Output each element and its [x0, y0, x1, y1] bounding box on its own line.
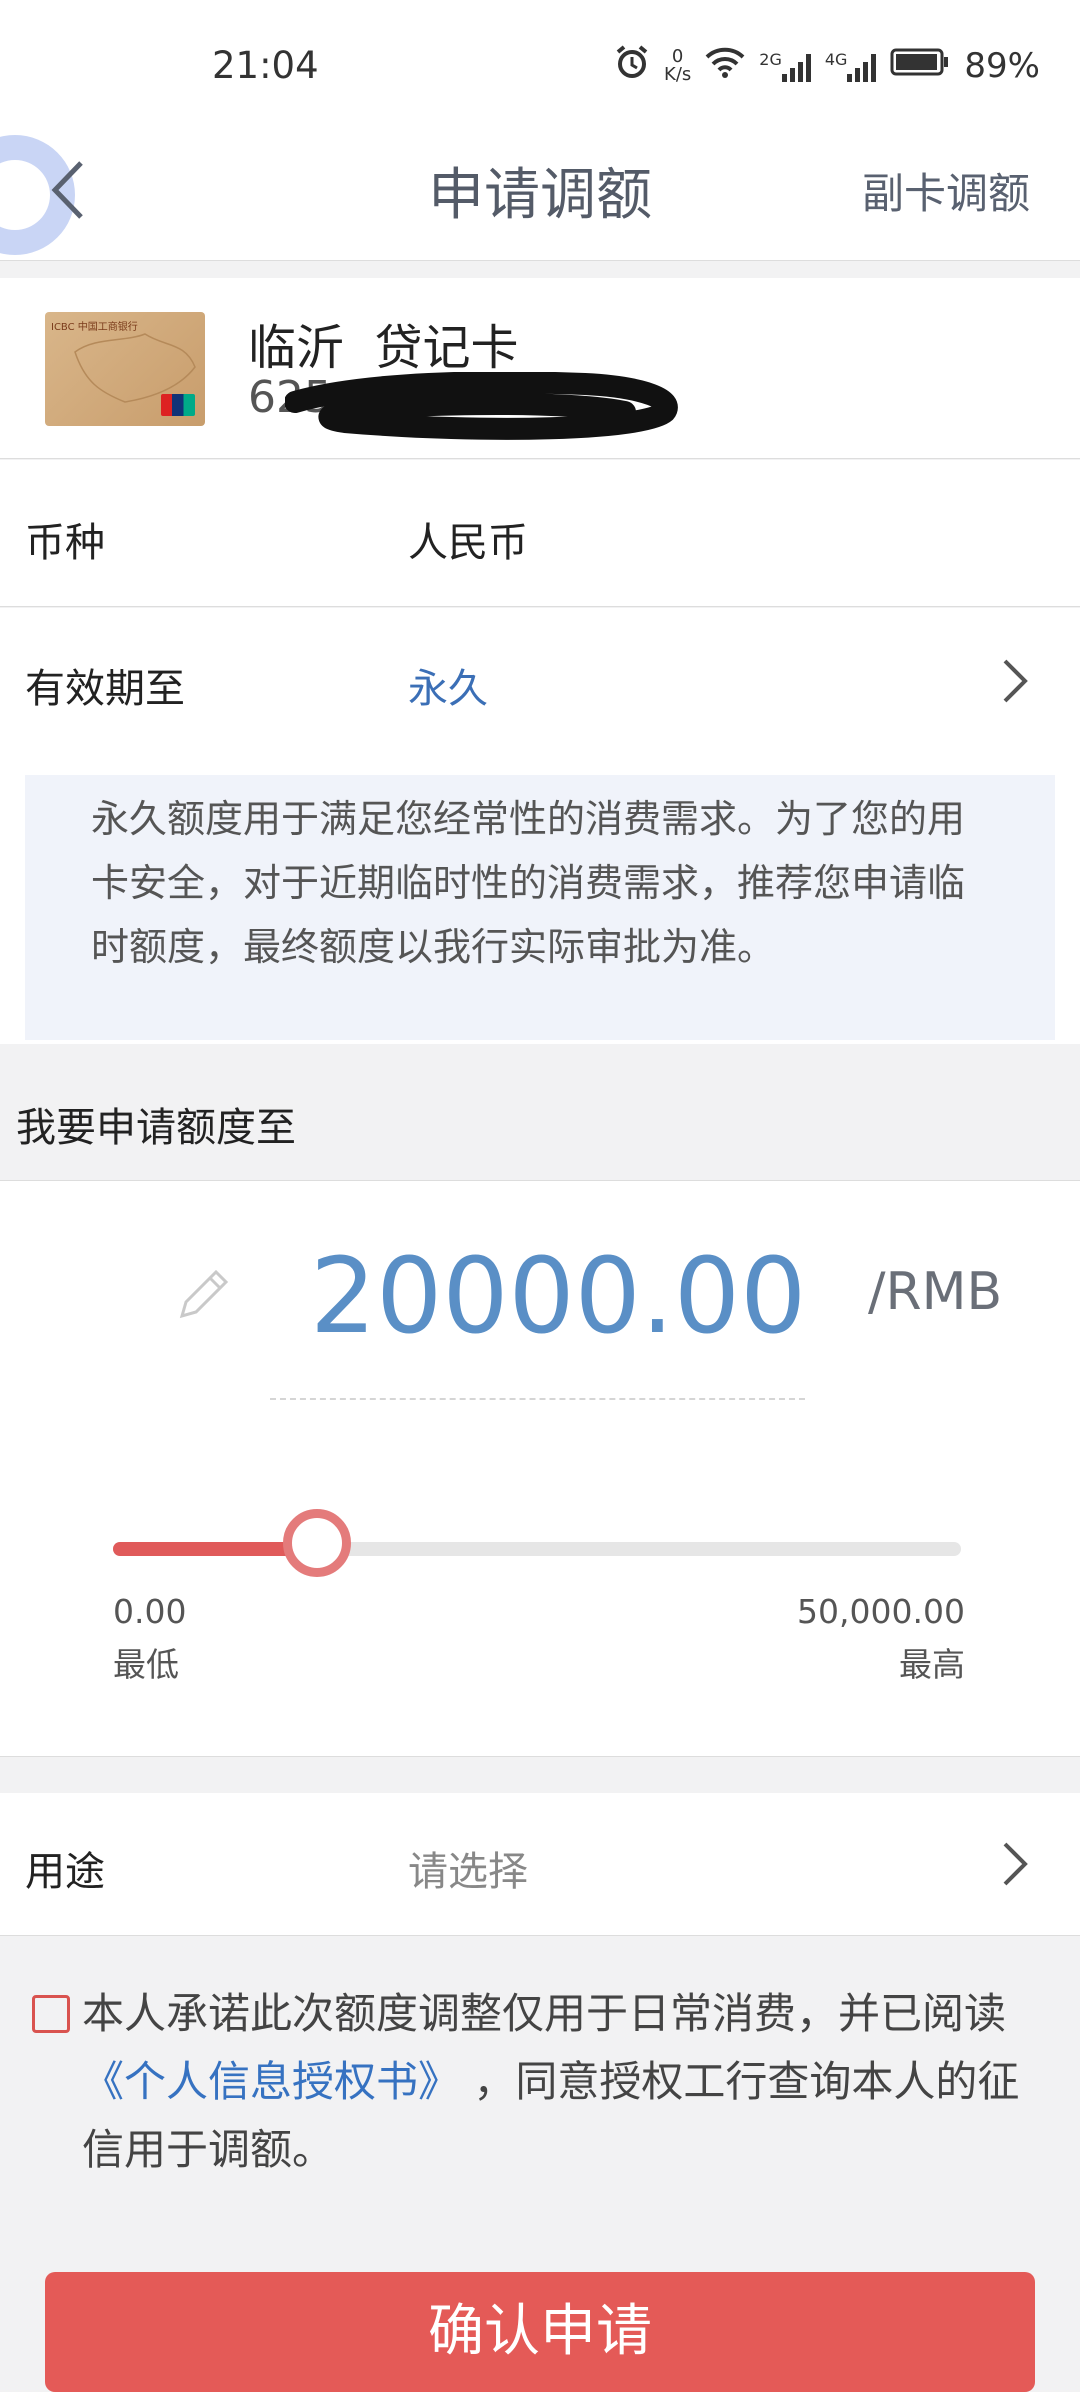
- agreement-checkbox[interactable]: [32, 1995, 70, 2033]
- currency-row: 币种 人民币: [0, 460, 1080, 607]
- amount-value[interactable]: 20000.00: [310, 1235, 806, 1357]
- signal-icon-1: 2G: [759, 50, 811, 82]
- validity-row[interactable]: 有效期至 永久: [0, 608, 1080, 754]
- authorization-link[interactable]: 《个人信息授权书》: [82, 2057, 460, 2106]
- card-name: 临沂 贷记卡: [248, 320, 519, 376]
- slider-max-value: 50,000.00: [797, 1592, 965, 1631]
- validity-notice: 永久额度用于满足您经常性的消费需求。为了您的用卡安全，对于近期临时性的消费需求，…: [25, 775, 1055, 1040]
- redaction-scribble: [285, 372, 678, 440]
- unionpay-logo: [161, 394, 195, 416]
- confirm-apply-button[interactable]: 确认申请: [45, 2272, 1035, 2392]
- slider-max-label: 最高: [899, 1645, 965, 1684]
- chevron-right-icon: [1003, 659, 1028, 703]
- amount-underline: [270, 1398, 805, 1400]
- slider-min-label: 最低: [113, 1645, 179, 1684]
- slider-handle[interactable]: [282, 1509, 351, 1577]
- credit-card-image: ICBC 中国工商银行: [45, 312, 205, 426]
- currency-label: 币种: [25, 520, 105, 566]
- pencil-icon[interactable]: [172, 1262, 236, 1326]
- validity-value: 永久: [408, 666, 488, 712]
- agreement-text: 本人承诺此次额度调整仅用于日常消费，并已阅读 《个人信息授权书》 ，同意授权工行…: [82, 1980, 1032, 2184]
- net-speed-unit: K/s: [664, 64, 692, 85]
- slider-min-value: 0.00: [113, 1592, 187, 1631]
- alarm-icon: [614, 44, 650, 89]
- sub-card-adjust-button[interactable]: 副卡调额: [862, 160, 1030, 221]
- net-speed: 0 K/s: [664, 48, 691, 84]
- amount-unit: /RMB: [868, 1262, 1003, 1322]
- purpose-label: 用途: [25, 1849, 105, 1895]
- chevron-right-icon: [1003, 1842, 1028, 1886]
- apply-section-title: 我要申请额度至: [16, 1105, 296, 1151]
- battery-percent: 89%: [964, 46, 1040, 86]
- status-icons: 0 K/s 2G 4G 89%: [614, 44, 1040, 88]
- purpose-row[interactable]: 用途 请选择: [0, 1793, 1080, 1936]
- signal-2-label: 4G: [824, 50, 848, 69]
- purpose-placeholder: 请选择: [408, 1849, 528, 1895]
- agreement-prefix: 本人承诺此次额度调整仅用于日常消费，并已阅读: [82, 1989, 1007, 2038]
- currency-value: 人民币: [408, 520, 528, 566]
- signal-icon-2: 4G: [825, 50, 877, 82]
- wifi-icon: [705, 46, 745, 87]
- battery-icon: [890, 46, 950, 86]
- signal-1-label: 2G: [759, 50, 782, 69]
- status-time: 21:04: [212, 44, 319, 87]
- validity-label: 有效期至: [25, 666, 185, 712]
